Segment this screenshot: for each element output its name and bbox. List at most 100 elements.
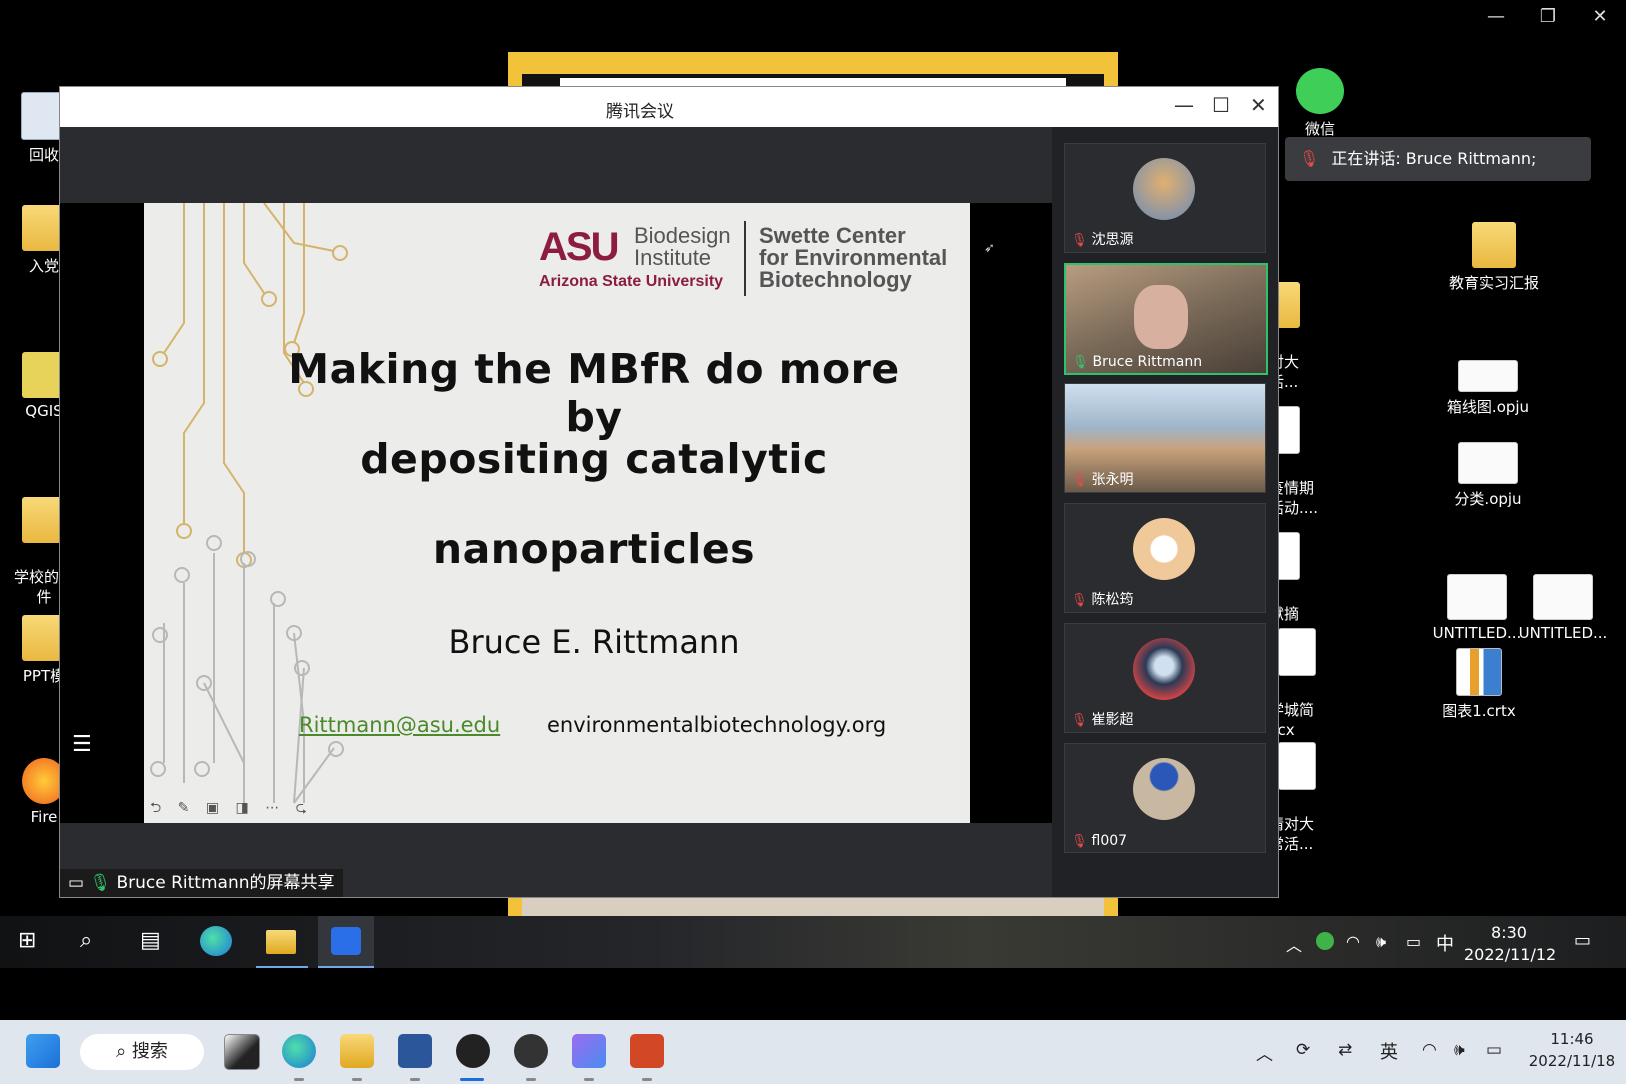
outer-clock[interactable]: 11:46 2022/11/18 xyxy=(1524,1028,1620,1072)
asu-mark: ASU xyxy=(539,225,619,269)
participant-name: 崔影超 xyxy=(1091,712,1134,728)
clock-date: 2022/11/18 xyxy=(1528,1052,1616,1070)
windows-start-icon[interactable]: ⊞ xyxy=(18,928,36,953)
mic-on-icon: 🎙︎ xyxy=(89,873,112,893)
biodesign-text: Biodesign Institute xyxy=(634,225,731,269)
desktop-icon-wechat[interactable]: 微信 xyxy=(1272,68,1368,139)
participant-tile[interactable]: 🎙︎ 张永明 xyxy=(1064,383,1266,493)
windows-start-icon[interactable] xyxy=(26,1034,60,1068)
shared-slide: ASU Biodesign Institute Arizona State Un… xyxy=(144,203,970,823)
slide-author: Bruce E. Rittmann xyxy=(448,623,740,661)
battery-icon[interactable]: ▭ xyxy=(1486,1040,1502,1060)
edge-icon[interactable] xyxy=(282,1034,316,1068)
sync-icon[interactable]: ⟳ xyxy=(1296,1040,1310,1060)
task-view-icon[interactable] xyxy=(224,1034,260,1070)
minimize-button[interactable]: — xyxy=(1174,93,1194,117)
chart-file-icon xyxy=(1458,442,1518,484)
photos-icon[interactable] xyxy=(572,1034,606,1068)
file-explorer-icon[interactable] xyxy=(340,1034,374,1068)
logo-divider xyxy=(744,221,746,296)
edge-icon[interactable] xyxy=(200,926,232,956)
slideshow-toolbar[interactable]: ⮌ ✎ ▣ ◨ ⋯ ⮎ xyxy=(150,797,313,821)
desktop-icon-opju[interactable]: 分类.opju xyxy=(1428,442,1548,509)
maximize-button[interactable]: ☐ xyxy=(1212,93,1230,117)
participant-tile[interactable]: 🎙︎ 陈松筠 xyxy=(1064,503,1266,613)
wifi-icon[interactable]: ◠ xyxy=(1422,1040,1437,1060)
word-icon[interactable] xyxy=(398,1034,432,1068)
desktop-icon-crtx[interactable]: 图表1.crtx xyxy=(1422,648,1536,721)
running-indicator xyxy=(642,1078,652,1081)
participant-tile[interactable]: 🎙︎ 崔影超 xyxy=(1064,623,1266,733)
participant-name: 沈思源 xyxy=(1091,232,1134,248)
muted-mic-icon: 🎙︎ xyxy=(1071,473,1088,488)
speaking-text: 正在讲话: Bruce Rittmann; xyxy=(1331,149,1537,168)
volume-icon[interactable]: 🕪︎ xyxy=(1376,932,1386,952)
meeting-window-title: 腾讯会议 xyxy=(606,102,674,122)
swette-line: Swette Center xyxy=(759,223,906,248)
chevron-up-icon[interactable]: ︿ xyxy=(1256,1040,1273,1065)
slide-website: environmentalbiotechnology.org xyxy=(547,713,887,737)
desktop-icon-opju[interactable]: UNTITLED... xyxy=(1500,574,1626,642)
participant-name: 张永明 xyxy=(1091,472,1134,488)
muted-mic-icon: 🎙︎ xyxy=(1071,593,1088,608)
desktop-icon-label: 箱线图.opju xyxy=(1446,398,1530,416)
slide-title-line: Making the MBfR do more by xyxy=(288,345,900,441)
screen-share-label: ▭ 🎙︎ Bruce Rittmann的屏幕共享 xyxy=(60,869,343,897)
notification-icon[interactable]: ▭ xyxy=(1574,930,1591,951)
network-icon[interactable]: ◠ xyxy=(1346,932,1360,951)
meeting-title-bar[interactable]: 腾讯会议 — ☐ ✕ xyxy=(60,87,1278,127)
settings-toggle-icon[interactable]: ⇄ xyxy=(1338,1040,1352,1060)
clock-time: 8:30 xyxy=(1491,923,1527,942)
running-indicator xyxy=(584,1078,594,1081)
task-view-icon[interactable]: ▤ xyxy=(140,928,161,953)
chart-file-icon xyxy=(1447,574,1507,620)
desktop-icon-folder[interactable]: 教育实习汇报 xyxy=(1434,222,1554,293)
outer-restore-button[interactable]: ❐ xyxy=(1522,6,1574,27)
chevron-up-icon[interactable]: ︿ xyxy=(1286,932,1302,956)
close-button[interactable]: ✕ xyxy=(1250,93,1267,117)
participant-name: Bruce Rittmann xyxy=(1092,354,1203,370)
outer-close-button[interactable]: ✕ xyxy=(1574,6,1626,27)
outer-minimize-button[interactable]: — xyxy=(1470,6,1522,27)
slide-title-line: depositing catalytic xyxy=(360,435,828,483)
running-indicator xyxy=(294,1078,304,1081)
slide-email-link[interactable]: Rittmann@asu.edu xyxy=(299,713,500,737)
wechat-icon xyxy=(1296,68,1344,114)
muted-mic-icon: 🎙︎ xyxy=(1071,233,1088,248)
desktop-icon-opju[interactable]: 箱线图.opju xyxy=(1428,360,1548,417)
ime-indicator[interactable]: 中 xyxy=(1436,930,1454,956)
search-icon[interactable]: ⌕ xyxy=(80,928,92,953)
list-menu-icon[interactable]: ☰ xyxy=(72,732,92,757)
running-indicator xyxy=(410,1078,420,1081)
running-indicator xyxy=(352,1078,362,1081)
participant-list: 🎙︎ 沈思源 🎙︎ Bruce Rittmann 🎙︎ 张永明 🎙︎ 陈松筠 🎙︎ 崔影超… xyxy=(1052,127,1278,897)
participant-tile[interactable]: 🎙︎ fl007 xyxy=(1064,743,1266,853)
media-player-icon[interactable] xyxy=(456,1034,490,1068)
biodesign-line: Institute xyxy=(634,245,712,270)
share-screen-icon: ▭ xyxy=(68,873,85,893)
participant-tile[interactable]: 🎙︎ Bruce Rittmann xyxy=(1064,263,1268,375)
word-file-icon xyxy=(1278,628,1316,676)
chart-file-icon xyxy=(1458,360,1518,392)
battery-icon[interactable]: ▭ xyxy=(1406,932,1421,951)
search-input[interactable]: ⌕ 搜索 xyxy=(80,1034,204,1070)
muted-mic-icon: 🎙︎ xyxy=(1071,713,1088,728)
clock-date: 2022/11/12 xyxy=(1464,945,1557,964)
inner-clock[interactable]: 8:30 2022/11/12 xyxy=(1464,922,1557,966)
app-icon[interactable] xyxy=(514,1034,548,1068)
ime-indicator[interactable]: 英 xyxy=(1380,1038,1398,1064)
chart-file-icon xyxy=(1533,574,1593,620)
search-icon: ⌕ xyxy=(116,1041,127,1062)
participant-tile[interactable]: 🎙︎ 沈思源 xyxy=(1064,143,1266,253)
app-tray-icon[interactable] xyxy=(1316,932,1334,950)
running-indicator xyxy=(526,1078,536,1081)
powerpoint-icon[interactable] xyxy=(630,1034,664,1068)
tencent-meeting-icon xyxy=(331,927,361,955)
muted-mic-icon: 🎙︎ xyxy=(1299,149,1320,168)
tencent-meeting-window: 腾讯会议 — ☐ ✕ ASU Biodesign Institute Arizo… xyxy=(59,86,1279,898)
active-indicator xyxy=(460,1078,484,1081)
desktop-icon-label: UNTITLED... xyxy=(1518,624,1608,642)
word-file-icon xyxy=(1278,742,1316,790)
volume-icon[interactable]: 🕪︎ xyxy=(1454,1040,1465,1060)
desktop-icon-label: 图表1.crtx xyxy=(1442,702,1516,720)
